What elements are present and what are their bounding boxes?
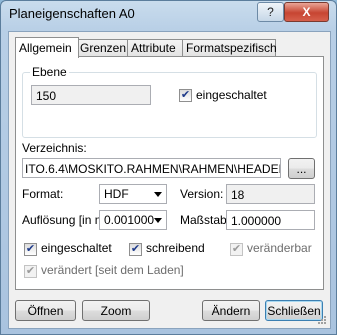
tab-label: Formatspezifisch — [186, 41, 277, 55]
ebene-group-label: Ebene — [30, 65, 69, 79]
tab-panel-allgemein: Ebene 150 ✔ eingeschaltet Verzeichnis: I… — [15, 56, 324, 290]
format-value: HDF — [104, 187, 129, 201]
veraenderbar-checkbox: ✔ — [230, 243, 243, 256]
tab-label: Attribute — [131, 41, 176, 55]
dialog-client: Allgemein Grenzen Attribute Formatspezif… — [8, 31, 331, 329]
massstab-label: Maßstab: — [180, 213, 231, 227]
tab-formatspezifisch[interactable]: Formatspezifisch — [182, 39, 277, 57]
oeffnen-button[interactable]: Öffnen — [15, 300, 76, 321]
tab-label: Grenzen — [80, 41, 127, 55]
help-button[interactable]: ? — [257, 2, 284, 22]
resize-grip-icon[interactable] — [317, 315, 327, 325]
version-field: 18 — [226, 184, 315, 204]
veraendert-checkbox: ✔ — [24, 265, 37, 278]
ebene-group: Ebene 150 ✔ eingeschaltet — [22, 65, 317, 138]
tab-allgemein[interactable]: Allgemein — [15, 37, 79, 58]
zoom-button[interactable]: Zoom — [82, 300, 150, 321]
veraenderbar-label: veränderbar — [247, 241, 312, 255]
check-icon: ✔ — [130, 243, 141, 255]
ebene-field[interactable]: 150 — [31, 85, 151, 105]
aendern-button[interactable]: Ändern — [202, 300, 260, 321]
ebene-eingeschaltet-checkbox[interactable]: ✔ — [179, 89, 192, 102]
eingeschaltet-label: eingeschaltet — [41, 241, 112, 255]
title-bar[interactable]: Planeigenschaften A0 ? X — [1, 1, 336, 29]
aufloesung-select[interactable]: 0.001000 — [99, 210, 167, 230]
format-label: Format: — [22, 187, 64, 201]
chevron-down-icon — [154, 192, 162, 197]
verzeichnis-label: Verzeichnis: — [22, 141, 87, 155]
ebene-eingeschaltet-label: eingeschaltet — [196, 88, 267, 102]
aufloesung-value: 0.001000 — [104, 213, 155, 227]
tab-grenzen[interactable]: Grenzen — [76, 39, 129, 57]
schreibend-checkbox[interactable]: ✔ — [129, 243, 142, 256]
check-icon: ✔ — [180, 89, 191, 101]
schliessen-button[interactable]: Schließen — [265, 300, 323, 321]
version-label: Version: — [180, 187, 224, 201]
veraendert-label: verändert [seit dem Laden] — [41, 263, 184, 277]
tab-label: Allgemein — [19, 41, 72, 55]
chevron-down-icon — [154, 218, 162, 223]
browse-button[interactable]: ... — [288, 158, 315, 179]
check-icon: ✔ — [231, 243, 242, 255]
massstab-field[interactable]: 1.000000 — [226, 210, 315, 230]
check-icon: ✔ — [25, 243, 36, 255]
window-title: Planeigenschaften A0 — [9, 6, 135, 21]
close-button[interactable]: X — [284, 2, 329, 22]
eingeschaltet-checkbox[interactable]: ✔ — [24, 243, 37, 256]
verzeichnis-field[interactable]: ITO.6.4\MOSKITO.RAHMEN\RAHMEN\HEADER\ — [22, 158, 281, 178]
schreibend-label: schreibend — [146, 241, 205, 255]
check-icon: ✔ — [25, 265, 36, 277]
tab-attribute[interactable]: Attribute — [127, 39, 184, 57]
help-icon: ? — [267, 5, 274, 19]
aufloesung-label: Auflösung [in m]: — [22, 213, 112, 227]
format-select[interactable]: HDF — [99, 184, 167, 204]
close-icon: X — [302, 5, 311, 19]
dialog-window: Planeigenschaften A0 ? X Allgemein Grenz… — [0, 0, 337, 335]
